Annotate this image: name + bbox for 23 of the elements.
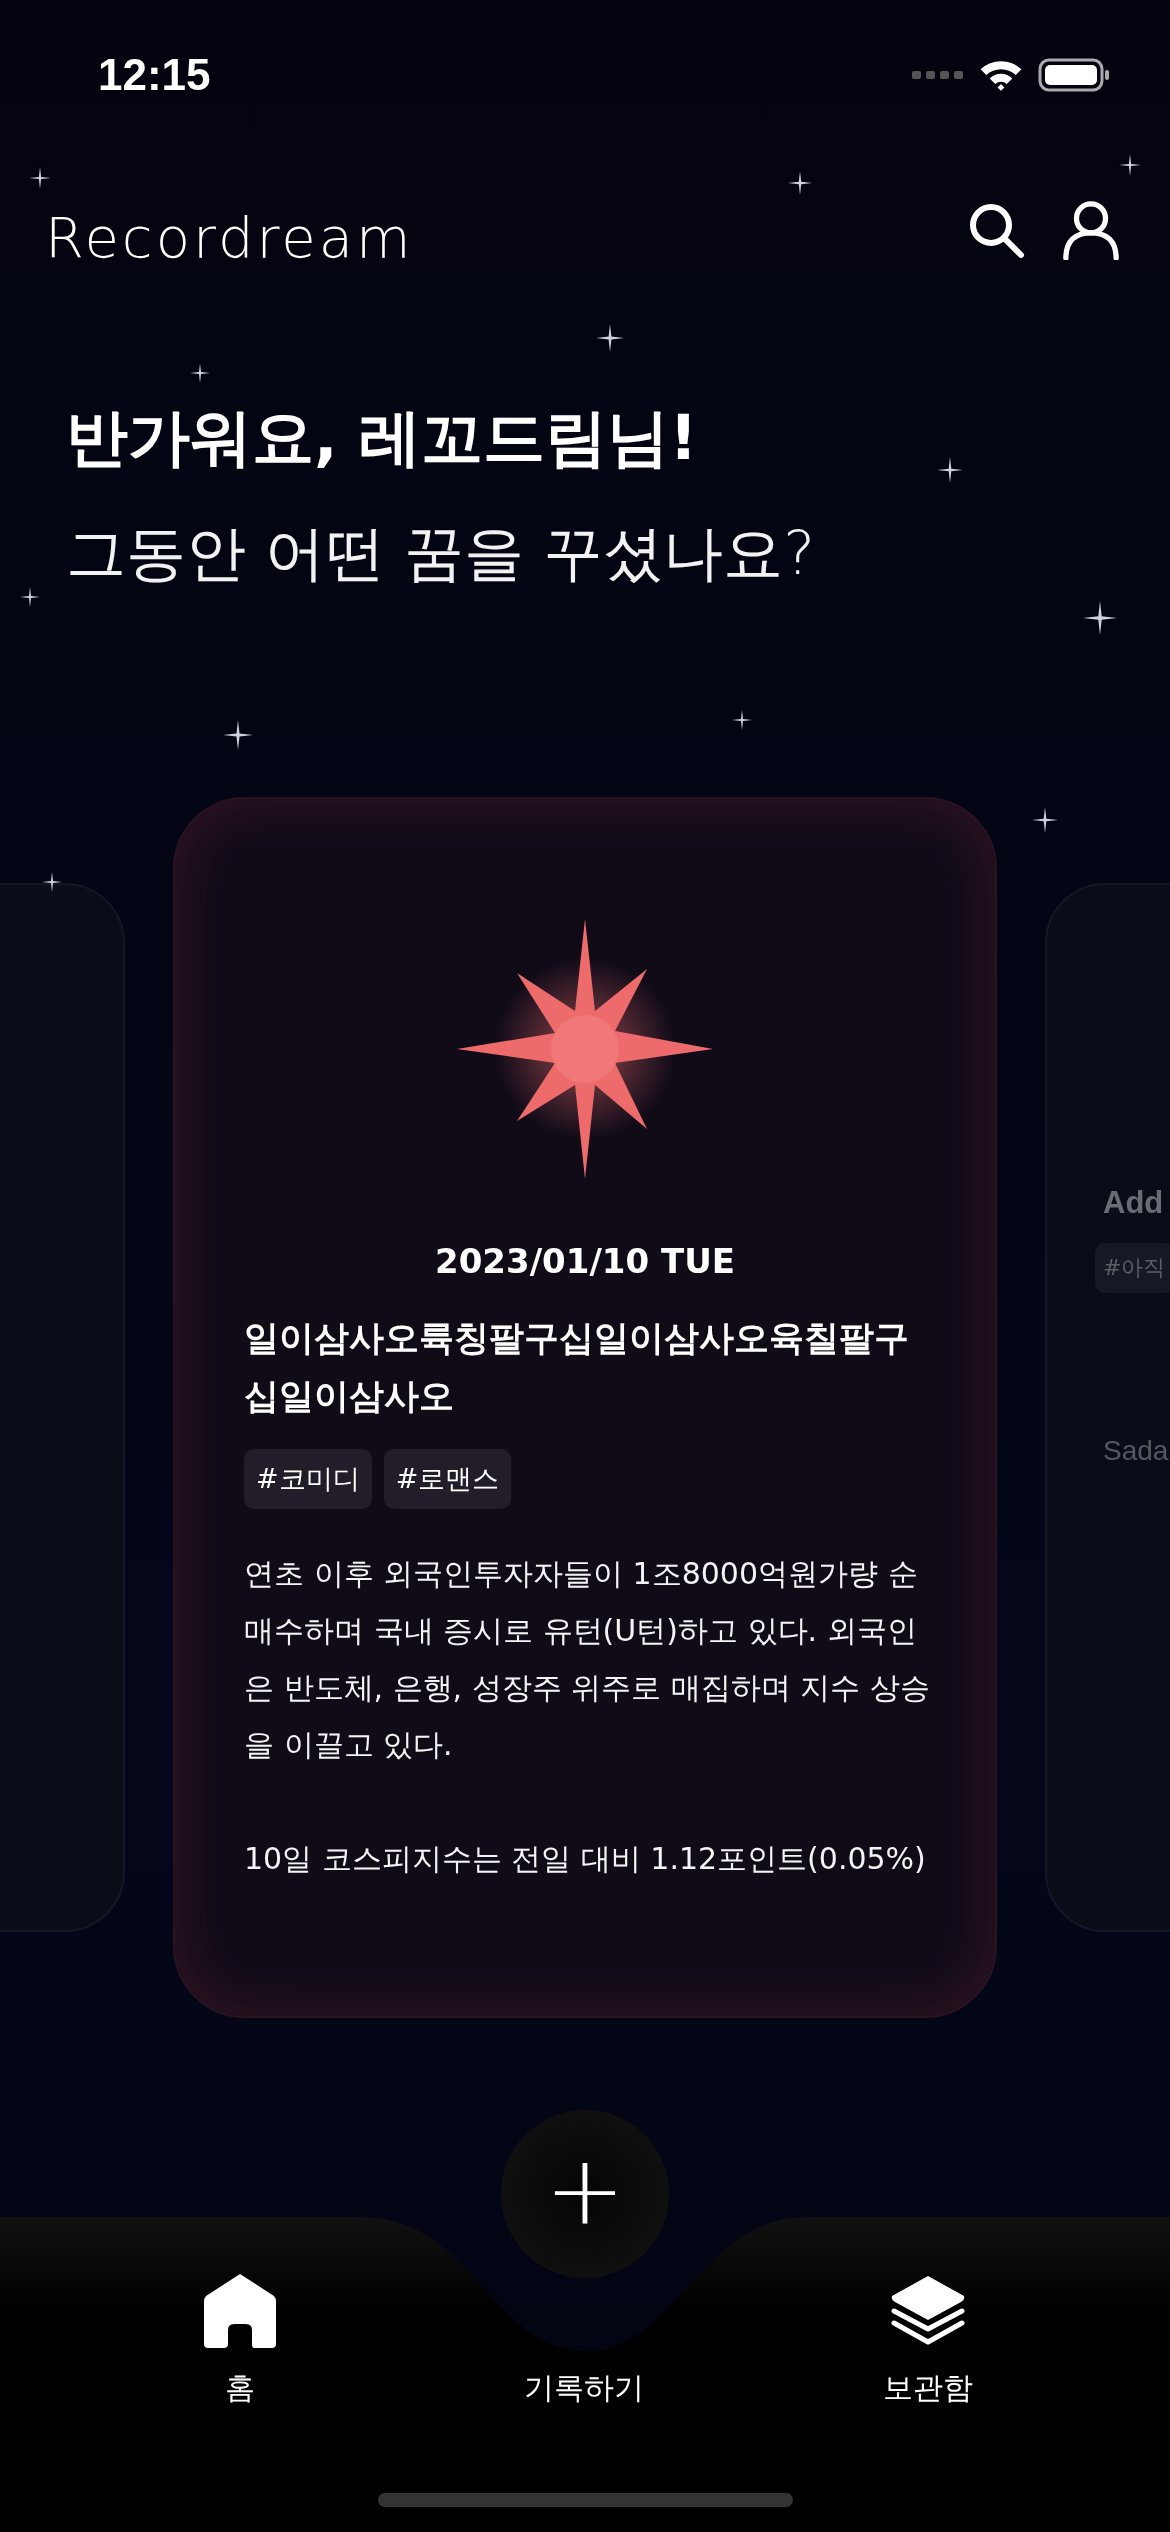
status-time: 12:15 (98, 50, 211, 100)
add-button[interactable]: + (501, 2110, 669, 2278)
wifi-icon (978, 58, 1024, 92)
card-date: 2023/01/10 TUE (435, 1241, 735, 1281)
card-title: 일이삼사오륙칭팔구십일이삼사오육칠팔구십일이삼사오 (244, 1317, 910, 1418)
profile-icon[interactable] (1062, 200, 1120, 260)
tag-chip: #아직 (1095, 1243, 1170, 1293)
signal-icon (912, 69, 964, 81)
battery-icon (1038, 58, 1110, 92)
home-icon[interactable] (204, 2274, 276, 2348)
card-body-text: 10일 코스피지수는 전일 대비 1.12포인트(0.05%) (244, 1840, 927, 1878)
card-title: Add (1102, 1185, 1164, 1221)
tab-label[interactable]: 보관함 (883, 2368, 973, 2409)
card-body-text: Sada (1102, 1435, 1169, 1467)
dream-card[interactable]: 2023/01/10 TUE 일이삼사오륙칭팔구십일이삼사오육칠팔구십일이삼사오 #코미디 #로맨스 연초 이후 외국인투자자들이 1조8000억원가량 순매수하며 국내 증시로 유턴(U턴)하고 있다. 외국인은 반도체, 은행, 성장주 위주로 매집하며 지수 상승을 이끌고 있다. 10일 코스피지수는 전일 대비 1.12포인트(0.05%) (173, 797, 997, 2018)
greeting-title: 반가워요, 레꼬드림님! (66, 400, 698, 476)
tab-label[interactable]: 기록하기 (524, 2368, 644, 2409)
tag-chip: #로맨스 (383, 1449, 512, 1509)
greeting-subtitle: 그동안 어떤 꿈을 꾸셨나요? (66, 517, 816, 590)
app-logo: Recordream (45, 204, 414, 270)
tag-chip: #코미디 (244, 1449, 372, 1509)
tab-label[interactable]: 홈 (225, 2368, 255, 2409)
card-body-text: 연초 이후 외국인투자자들이 1조8000억원가량 순매수하며 국내 증시로 유턴(U턴)하고 있다. 외국인은 반도체, 은행, 성장주 위주로 매집하며 지수 상승을 이끌고 있다. (244, 1555, 931, 1764)
